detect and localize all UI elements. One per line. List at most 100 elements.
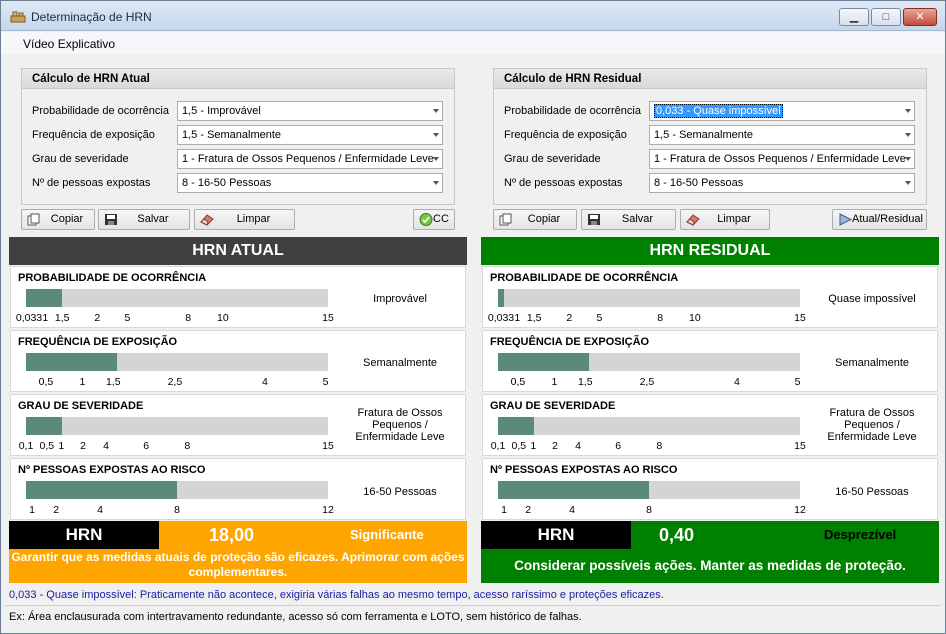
field-label: Nº de pessoas expostas	[32, 177, 151, 189]
scale-tick-label: 0,5	[511, 440, 527, 452]
atual-frequency-row: Frequência de exposição 1,5 - Semanalmen…	[32, 125, 443, 145]
hrn-residual-value: 0,40	[659, 525, 695, 545]
scale-tick-label: 8	[657, 312, 664, 324]
app-icon	[10, 11, 26, 23]
field-label: Nº de pessoas expostas	[504, 177, 623, 189]
close-button[interactable]: ✕	[903, 8, 937, 26]
scale-tick-label: 2	[94, 312, 101, 324]
scale-tick-label: 15	[794, 312, 806, 324]
scale-tick-label: 1,5	[577, 376, 593, 388]
scale-tick-label: 2	[525, 504, 532, 516]
save-icon	[588, 214, 600, 225]
scale-tick-label: 0,1	[490, 440, 506, 452]
factor-title: Nº PESSOAS EXPOSTAS AO RISCO	[490, 464, 678, 476]
scale-tick-label: 4	[261, 376, 268, 388]
scale-tick-label: 5	[794, 376, 801, 388]
factor-value-text: Semanalmente	[363, 357, 437, 369]
menu-item-video[interactable]: Vídeo Explicativo	[23, 37, 115, 51]
factor-level-bar	[498, 289, 800, 307]
factor-title: Nº PESSOAS EXPOSTAS AO RISCO	[18, 464, 206, 476]
scale-tick-label: 1,5	[54, 312, 70, 324]
scale-tick-label: 1	[514, 312, 521, 324]
residual-severity-select[interactable]: 1 - Fratura de Ossos Pequenos / Enfermid…	[649, 149, 915, 169]
hrn-window: Determinação de HRN ▁ □ ✕ Vídeo Explicat…	[0, 0, 946, 634]
atual-people-row: Nº de pessoas expostas 8 - 16-50 Pessoas	[32, 173, 443, 193]
atual-frequency-select[interactable]: 1,5 - Semanalmente	[177, 125, 443, 145]
atual-save-button[interactable]: Salvar	[98, 209, 190, 230]
scale-tick-label: 8	[656, 440, 663, 452]
maximize-button[interactable]: □	[871, 8, 901, 26]
factor-value-text: Semanalmente	[835, 357, 909, 369]
scale-tick-label: 2,5	[167, 376, 183, 388]
chevron-down-icon	[433, 157, 439, 161]
residual-clear-button[interactable]: Limpar	[680, 209, 770, 230]
factor-value-text: Fratura de Ossos Pequenos / Enfermidade …	[827, 407, 917, 443]
residual-people-select[interactable]: 8 - 16-50 Pessoas	[649, 173, 915, 193]
residual-save-button[interactable]: Salvar	[581, 209, 676, 230]
residual-frequency-select[interactable]: 1,5 - Semanalmente	[649, 125, 915, 145]
factor-panel: FREQUÊNCIA DE EXPOSIÇÃO 0,5 1 1,5 2,5 4 5 Seman…	[482, 330, 938, 392]
factor-panel: FREQUÊNCIA DE EXPOSIÇÃO 0,5 1 1,5 2,5 4 5 Seman…	[10, 330, 466, 392]
scale-tick-label: 1	[29, 504, 35, 516]
residual-input-group: Cálculo de HRN Residual Probabilidade de…	[493, 68, 927, 205]
factor-level-bar	[498, 353, 800, 371]
hrn-atual-result: HRN 18,00 Significante	[9, 521, 467, 549]
factor-panel: GRAU DE SEVERIDADE 0,1 0,5 1 2 4 6 8 15 Fratura d…	[10, 394, 466, 456]
atual-group-title: Cálculo de HRN Atual	[22, 69, 454, 89]
toggle-atual-residual-button[interactable]: Atual/Residual	[832, 209, 927, 230]
factor-level-bar	[26, 481, 328, 499]
hrn-label: HRN	[9, 521, 159, 549]
example-note: Ex: Área enclausurada com intertravament…	[9, 611, 582, 623]
scale-tick-label: 12	[322, 504, 334, 516]
scale-tick-label: 1	[551, 376, 558, 388]
scale-tick-label: 5	[596, 312, 603, 324]
scale-tick-label: 10	[689, 312, 701, 324]
factor-title: PROBABILIDADE DE OCORRÊNCIA	[18, 272, 207, 284]
scale-tick-label: 12	[794, 504, 806, 516]
hrn-atual-header: HRN ATUAL	[9, 237, 467, 265]
factor-level-bar	[498, 417, 800, 435]
scale-tick-label: 4	[103, 440, 109, 452]
hrn-label: HRN	[481, 521, 631, 549]
residual-probability-row: Probabilidade de ocorrência 0,033 - Quas…	[504, 101, 915, 121]
check-circle-icon	[419, 213, 433, 226]
scale-tick-label: 1	[79, 376, 86, 388]
factor-panel: PROBABILIDADE DE OCORRÊNCIA 0,033 1 1,5 2 5 8 1…	[482, 266, 938, 328]
field-label: Probabilidade de ocorrência	[32, 105, 169, 117]
field-label: Grau de severidade	[32, 153, 129, 165]
atual-severity-select[interactable]: 1 - Fratura de Ossos Pequenos / Enfermid…	[177, 149, 443, 169]
scale-tick-label: 4	[575, 440, 581, 452]
factor-title: FREQUÊNCIA DE EXPOSIÇÃO	[490, 336, 650, 348]
scale-tick-label: 0,1	[18, 440, 34, 452]
residual-probability-select[interactable]: 0,033 - Quase impossível	[649, 101, 915, 121]
atual-copy-button[interactable]: Copiar	[21, 209, 95, 230]
minimize-button[interactable]: ▁	[839, 8, 869, 26]
factor-value-text: 16-50 Pessoas	[835, 486, 909, 498]
scale-tick-label: 0,5	[39, 440, 55, 452]
scale-tick-label: 1	[501, 504, 507, 516]
factor-panel: PROBABILIDADE DE OCORRÊNCIA 0,033 1 1,5 2 5 8 1…	[10, 266, 466, 328]
scale-tick-label: 2	[53, 504, 60, 516]
atual-clear-button[interactable]: Limpar	[194, 209, 295, 230]
residual-copy-button[interactable]: Copiar	[493, 209, 577, 230]
scale-tick-label: 1	[58, 440, 65, 452]
scale-tick-label: 8	[184, 440, 191, 452]
residual-people-row: Nº de pessoas expostas 8 - 16-50 Pessoas	[504, 173, 915, 193]
copy-icon	[499, 213, 512, 226]
hrn-residual-classification: Desprezível	[824, 527, 897, 542]
chevron-down-icon	[433, 133, 439, 137]
hrn-atual-action: Garantir que as medidas atuais de proteç…	[9, 549, 467, 583]
factor-level-fill	[26, 417, 62, 435]
chevron-down-icon	[433, 181, 439, 185]
factor-title: FREQUÊNCIA DE EXPOSIÇÃO	[18, 336, 178, 348]
field-label: Frequência de exposição	[32, 129, 155, 141]
atual-people-select[interactable]: 8 - 16-50 Pessoas	[177, 173, 443, 193]
scale-tick-label: 5	[124, 312, 131, 324]
factor-level-fill	[26, 481, 177, 499]
cc-button[interactable]: CC	[413, 209, 455, 230]
scale-tick-label: 1	[42, 312, 49, 324]
scale-tick-label: 1,5	[105, 376, 121, 388]
scale-tick-label: 15	[794, 440, 806, 452]
atual-probability-select[interactable]: 1,5 - Improvável	[177, 101, 443, 121]
hrn-residual-action: Considerar possíveis ações. Manter as me…	[481, 549, 939, 583]
